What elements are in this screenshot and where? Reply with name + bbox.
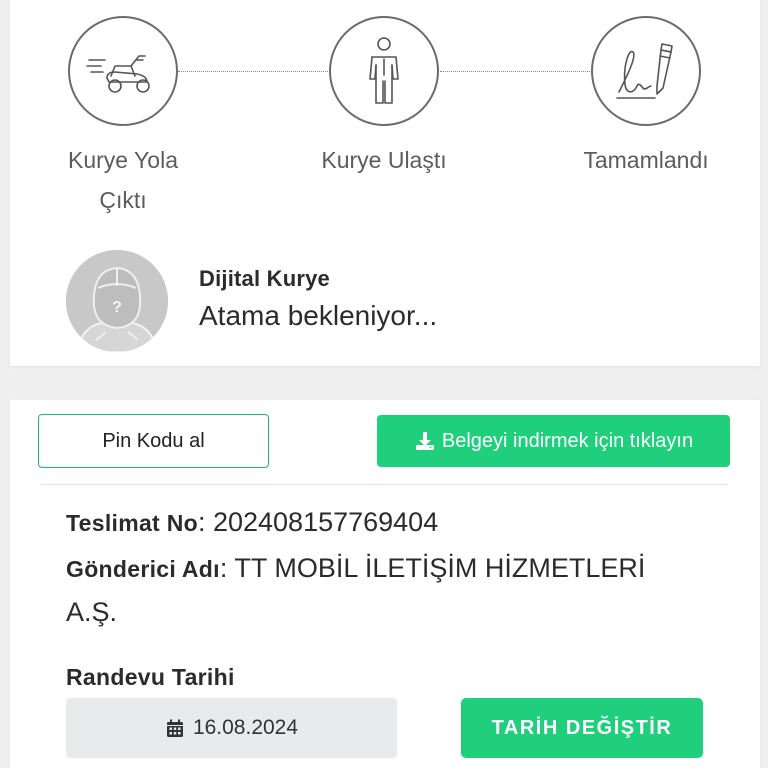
sender-name-key: Gönderici Adı bbox=[66, 556, 220, 582]
step-label-arrived: Kurye Ulaştı bbox=[321, 147, 447, 173]
step-label-departed: Kurye Yola Çıktı bbox=[68, 147, 178, 213]
signature-icon bbox=[616, 43, 673, 99]
get-pin-code-button[interactable]: Pin Kodu al bbox=[38, 414, 269, 468]
step-completed bbox=[591, 16, 701, 126]
svg-text:?: ? bbox=[112, 299, 122, 316]
step-connector-2 bbox=[440, 71, 590, 72]
step-courier-departed bbox=[68, 16, 178, 126]
sender-name-row-cont: A.Ş. bbox=[66, 597, 118, 627]
appointment-date-label: Randevu Tarihi bbox=[66, 664, 235, 690]
sender-name-value: : TT MOBİL İLETİŞİM HİZMETLERİ bbox=[219, 553, 646, 583]
divider bbox=[40, 484, 728, 485]
tracking-number-key: Teslimat No bbox=[66, 510, 198, 536]
appointment-date-value: 16.08.2024 bbox=[192, 716, 299, 739]
download-document-label: Belgeyi indirmek için tıklayın bbox=[441, 429, 694, 452]
download-document-button[interactable]: Belgeyi indirmek için tıklayın bbox=[377, 415, 730, 467]
courier-avatar: ? bbox=[66, 250, 168, 352]
change-date-button[interactable]: TARİH DEĞİŞTİR bbox=[461, 698, 703, 758]
person-icon bbox=[369, 37, 399, 104]
appointment-date-field: 16.08.2024 bbox=[66, 698, 397, 758]
step-label-completed: Tamamlandı bbox=[583, 147, 709, 173]
courier-status: Atama bekleniyor... bbox=[199, 300, 438, 331]
calendar-icon bbox=[166, 719, 183, 737]
tracking-number-row: Teslimat No: 202408157769404 bbox=[66, 500, 438, 545]
step-connector-1 bbox=[178, 71, 328, 72]
download-icon bbox=[415, 432, 434, 450]
unknown-courier-avatar: ? bbox=[66, 250, 168, 352]
scooter-icon bbox=[86, 55, 150, 93]
step-courier-arrived bbox=[329, 16, 439, 126]
courier-name: Dijital Kurye bbox=[199, 266, 330, 291]
sender-name-row: Gönderici Adı: TT MOBİL İLETİŞİM HİZMETL… bbox=[66, 546, 645, 591]
tracking-number-value: : 202408157769404 bbox=[197, 507, 439, 537]
